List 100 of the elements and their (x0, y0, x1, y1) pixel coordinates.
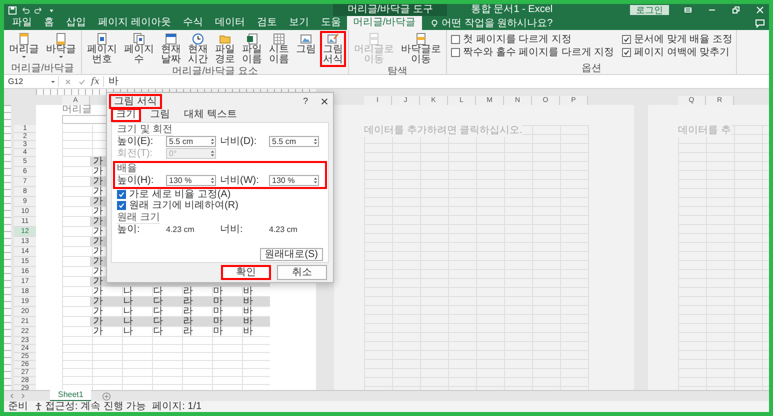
ribbon-button[interactable]: 페이지 번호 (84, 31, 120, 67)
document-icon (18, 33, 30, 45)
table-cell: 라 (180, 297, 210, 306)
picture-icon (327, 33, 339, 45)
table-cell-text: 나 (122, 287, 134, 296)
table-cell-text: 가 (92, 307, 104, 316)
grid-icon (273, 33, 285, 45)
ribbon-button[interactable]: 페이지 수 (121, 31, 157, 67)
table-cell-text: 가 (92, 327, 104, 336)
lightbulb-icon (430, 18, 439, 28)
status-text: 접근성: 계속 진행 가능 (45, 401, 146, 412)
table-cell-text: 가 (92, 247, 104, 256)
readout-label: 너비: (220, 224, 244, 235)
ribbon-button[interactable]: 파일 이름 (239, 31, 265, 67)
table-cell: 나 (120, 297, 150, 306)
spinner-icon[interactable] (313, 137, 318, 146)
ribbon-button[interactable]: 그림 (293, 31, 319, 57)
ribbon-button[interactable]: 바닥글로 이동 (398, 31, 444, 67)
ribbon-tab[interactable]: 데이터 (208, 16, 251, 30)
ribbon-button[interactable]: 현재 날짜 (158, 31, 184, 67)
help-button[interactable]: ? (302, 96, 308, 106)
table-cell-text: 가 (92, 287, 104, 296)
caret-icon (21, 55, 27, 59)
table-cell-text: 마 (212, 327, 224, 336)
spin-field[interactable]: 5.5 cm (269, 136, 319, 147)
field-label: 높이(E): (117, 136, 154, 147)
restore-icon[interactable] (731, 5, 741, 15)
checkbox[interactable]: 원래 크기에 비례하여(R) (117, 200, 323, 211)
document-icon (368, 33, 380, 45)
status-text: 준비 (8, 401, 28, 412)
field-label: 회전(T): (117, 148, 154, 159)
spin-field[interactable]: 5.5 cm (166, 136, 216, 147)
undo-icon[interactable] (21, 6, 30, 14)
option-checkbox[interactable]: 페이지 여백에 맞추기 (622, 46, 732, 59)
ribbon-tab[interactable]: 검토 (250, 16, 283, 30)
option-checkbox[interactable]: 짝수와 홀수 페이지를 다르게 지정 (451, 46, 614, 59)
insert-function-button[interactable]: fx (91, 76, 100, 86)
pages-icon (133, 33, 145, 45)
ribbon-tab[interactable]: 머리글/바닥글 (346, 16, 422, 30)
redo-icon[interactable] (34, 6, 43, 14)
clock-icon (192, 33, 204, 45)
spinner-icon[interactable] (210, 176, 215, 185)
ribbon-button[interactable]: 머리글 (6, 31, 42, 61)
context-label: 머리글/바닥글 도구 (333, 4, 447, 16)
field-label: 너비(W): (220, 175, 260, 186)
document-icon (55, 33, 67, 45)
ribbon-tab[interactable]: 파일 (6, 16, 38, 30)
ribbon-tab[interactable]: 도움 (314, 16, 347, 30)
ribbon-button[interactable]: 파일 경로 (212, 31, 238, 67)
group-label: 옵션 (580, 64, 603, 74)
spin-field[interactable]: 130 % (269, 175, 319, 186)
formula-field[interactable]: 바 (103, 76, 767, 87)
ok-button[interactable]: 확인 (221, 265, 271, 280)
close-icon[interactable] (320, 96, 329, 106)
table-cell-text: 가 (92, 267, 104, 276)
spinner-icon[interactable] (313, 176, 318, 185)
checkbox[interactable]: 가로 세로 비율 고정(A) (117, 189, 323, 200)
ribbon-button[interactable]: 그림 서식 (320, 31, 346, 67)
placeholder-text: 데이터를 추가하려면 클릭하십시오. (364, 125, 522, 137)
ribbon-display-icon[interactable] (683, 5, 693, 15)
table-cell-text: 다 (152, 287, 164, 296)
calendar-icon (165, 33, 177, 45)
save-icon[interactable] (8, 6, 17, 14)
table-cell: 마 (210, 317, 240, 326)
sign-in-button[interactable]: 로그인 (630, 5, 669, 15)
spin-field[interactable]: 130 % (166, 175, 216, 186)
dialog-tab[interactable]: 그림 (145, 108, 175, 122)
table-cell: 바 (240, 297, 270, 306)
table-cell-text: 가 (92, 167, 104, 176)
table-cell-text: 가 (92, 187, 104, 196)
sheet-tab[interactable]: Sheet1 (50, 390, 92, 402)
name-box[interactable]: G12 (6, 76, 59, 87)
ribbon-tab[interactable]: 페이지 레이아웃 (92, 16, 177, 30)
table-cell-text: 라 (182, 287, 194, 296)
option-checkbox[interactable]: 첫 페이지를 다르게 지정 (451, 33, 614, 46)
caret-icon (58, 55, 64, 59)
group-label: 탐색 (386, 67, 408, 77)
table-cell-text: 마 (212, 287, 224, 296)
ribbon-tab[interactable]: 보기 (282, 16, 315, 30)
comment-icon[interactable] (755, 18, 765, 28)
tell-me-field[interactable]: 어떤 작업을 원하시나요? (430, 16, 572, 30)
ribbon-tab[interactable]: 홈 (38, 16, 60, 30)
ribbon-tab[interactable]: 삽입 (60, 16, 92, 30)
section-title: 원래 크기 (117, 212, 160, 224)
status-text: 페이지: 1/1 (152, 401, 202, 412)
ribbon-button[interactable]: 현재 시간 (185, 31, 211, 67)
ribbon-button[interactable]: 시트 이름 (266, 31, 292, 67)
spinner-icon[interactable] (210, 137, 215, 146)
ribbon-button[interactable]: 바닥글 (43, 31, 79, 61)
dialog-tab[interactable]: 크기 (111, 108, 141, 122)
readout-value: 4.23 cm (166, 225, 194, 234)
table-cell-text: 라 (182, 307, 194, 316)
accessibility-icon (34, 402, 43, 411)
dialog-tab[interactable]: 대체 텍스트 (179, 108, 242, 122)
cancel-button[interactable]: 취소 (277, 265, 327, 280)
placeholder-text: 데이터를 추 (678, 125, 731, 137)
ribbon-tab[interactable]: 수식 (176, 16, 209, 30)
table-cell-text: 마 (212, 307, 224, 316)
reset-button[interactable]: 원래대로(S) (260, 248, 323, 261)
option-checkbox[interactable]: 문서에 맞게 배율 조정 (622, 33, 732, 46)
